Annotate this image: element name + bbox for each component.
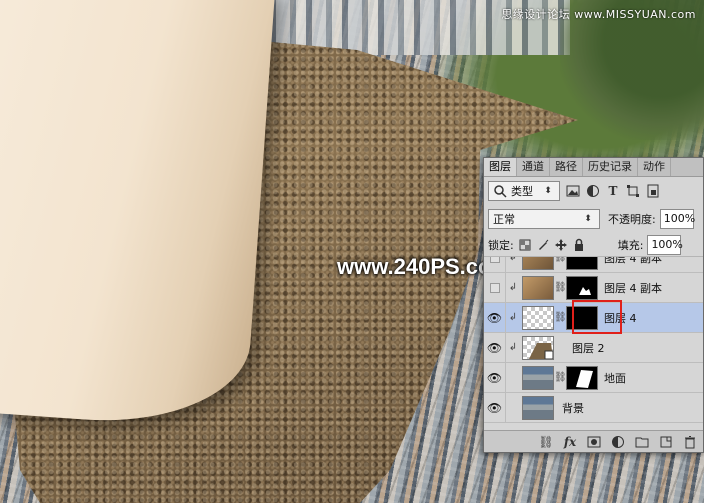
lock-position-icon[interactable]	[554, 238, 568, 252]
blend-row: 正常 ⬍ 不透明度: 100%	[484, 205, 703, 233]
layer-thumbnail	[522, 305, 554, 330]
layer-mask-thumbnail[interactable]	[566, 257, 598, 270]
visibility-off-box	[489, 282, 500, 293]
layer-row[interactable]: ↲ ⛓ 图层 4 副本	[484, 257, 703, 273]
layer-row[interactable]: 👁 ⛓ 地面	[484, 362, 703, 393]
mask-shape-icon	[579, 286, 591, 295]
site-watermark: 思缘设计论坛 www.MISSYUAN.com	[501, 8, 696, 21]
clip-arrow-icon: ↲	[508, 342, 518, 353]
layer-thumbnail	[522, 365, 554, 390]
layer-name[interactable]: 图层 4 副本	[604, 257, 662, 266]
layer-thumbnail	[522, 395, 554, 420]
layer-thumbnail	[522, 257, 554, 270]
tab-channels[interactable]: 通道	[517, 158, 550, 176]
mask-shape-icon	[576, 369, 593, 388]
link-icon: ⛓	[554, 372, 567, 383]
blend-mode-dropdown[interactable]: 正常 ⬍	[488, 209, 600, 229]
layer-row[interactable]: 👁 背景	[484, 392, 703, 423]
mask-highlight-box	[572, 300, 622, 334]
fill-label: 填充:	[617, 238, 644, 252]
layer-name[interactable]: 图层 4 副本	[604, 280, 662, 296]
layer-mask-thumbnail[interactable]	[566, 365, 598, 390]
updown-icon: ⬍	[544, 186, 552, 196]
visibility-toggle[interactable]: 👁	[484, 392, 506, 423]
lock-label: 锁定:	[488, 238, 514, 252]
filter-row: 类型 ⬍ T	[484, 177, 703, 205]
tab-history[interactable]: 历史记录	[583, 158, 638, 176]
layer-thumbnail	[522, 275, 554, 300]
shape-filter-icon[interactable]	[626, 184, 640, 198]
link-icon: ⛓	[554, 257, 567, 263]
panel-footer: ⛓ fx	[484, 430, 703, 452]
adjustment-filter-icon[interactable]	[586, 184, 600, 198]
eye-icon: 👁	[486, 340, 503, 355]
layer-thumbnail	[522, 335, 554, 360]
layers-list: ↲ ⛓ 图层 4 副本 ↲ ⛓ 图层 4 副本 👁 ↲ ⛓ 图层 4 👁 ↲ 图…	[484, 257, 703, 431]
link-icon[interactable]: ⛓	[538, 435, 553, 449]
layer-name[interactable]: 图层 2	[572, 340, 605, 356]
new-layer-icon[interactable]	[659, 435, 673, 449]
layer-name[interactable]: 背景	[562, 400, 584, 416]
lock-transparent-icon[interactable]	[518, 238, 532, 252]
visibility-toggle[interactable]	[484, 272, 506, 303]
panel-tabs: 图层 通道 路径 历史记录 动作	[484, 158, 703, 177]
eye-icon: 👁	[486, 310, 503, 325]
opacity-input[interactable]: 100%	[659, 209, 695, 229]
clip-arrow-icon: ↲	[508, 282, 518, 293]
blend-mode-value: 正常	[493, 213, 515, 226]
paper-page-curl	[0, 0, 275, 431]
image-filter-icon[interactable]	[566, 184, 580, 198]
tab-layers[interactable]: 图层	[484, 158, 517, 176]
filter-kind-label: 类型	[511, 185, 533, 198]
clip-arrow-icon: ↲	[508, 257, 518, 263]
lock-pixels-icon[interactable]	[536, 238, 550, 252]
lock-row: 锁定: 填充: 100%	[484, 233, 703, 257]
updown-icon: ⬍	[584, 214, 592, 224]
dirt-thumb-shape	[529, 342, 553, 359]
layer-mask-thumbnail[interactable]	[566, 275, 598, 300]
lock-all-icon[interactable]	[572, 238, 586, 252]
visibility-toggle[interactable]: 👁	[484, 302, 506, 333]
layer-row[interactable]: 👁 ↲ 图层 2	[484, 332, 703, 363]
link-icon: ⛓	[554, 282, 567, 293]
eye-icon: 👁	[486, 370, 503, 385]
opacity-label: 不透明度:	[608, 213, 656, 226]
eye-icon: 👁	[486, 400, 503, 415]
adjustment-icon[interactable]	[611, 435, 625, 449]
tab-paths[interactable]: 路径	[550, 158, 583, 176]
smart-object-filter-icon[interactable]	[646, 184, 660, 198]
visibility-toggle[interactable]: 👁	[484, 332, 506, 363]
mask-icon[interactable]	[587, 435, 601, 449]
tab-actions[interactable]: 动作	[638, 158, 671, 176]
visibility-toggle[interactable]: 👁	[484, 362, 506, 393]
folder-icon[interactable]	[635, 435, 649, 449]
visibility-off-box	[489, 257, 500, 263]
search-icon	[493, 184, 507, 198]
filter-kind-dropdown[interactable]: 类型 ⬍	[488, 181, 560, 201]
fx-icon[interactable]: fx	[563, 435, 577, 449]
fill-input[interactable]: 100%	[647, 234, 683, 255]
type-filter-icon[interactable]: T	[606, 184, 620, 198]
trash-icon[interactable]	[683, 435, 697, 449]
layer-name[interactable]: 地面	[604, 370, 626, 386]
link-icon: ⛓	[554, 312, 567, 323]
clip-arrow-icon: ↲	[508, 312, 518, 323]
layer-row[interactable]: ↲ ⛓ 图层 4 副本	[484, 272, 703, 303]
visibility-toggle[interactable]	[484, 257, 506, 273]
